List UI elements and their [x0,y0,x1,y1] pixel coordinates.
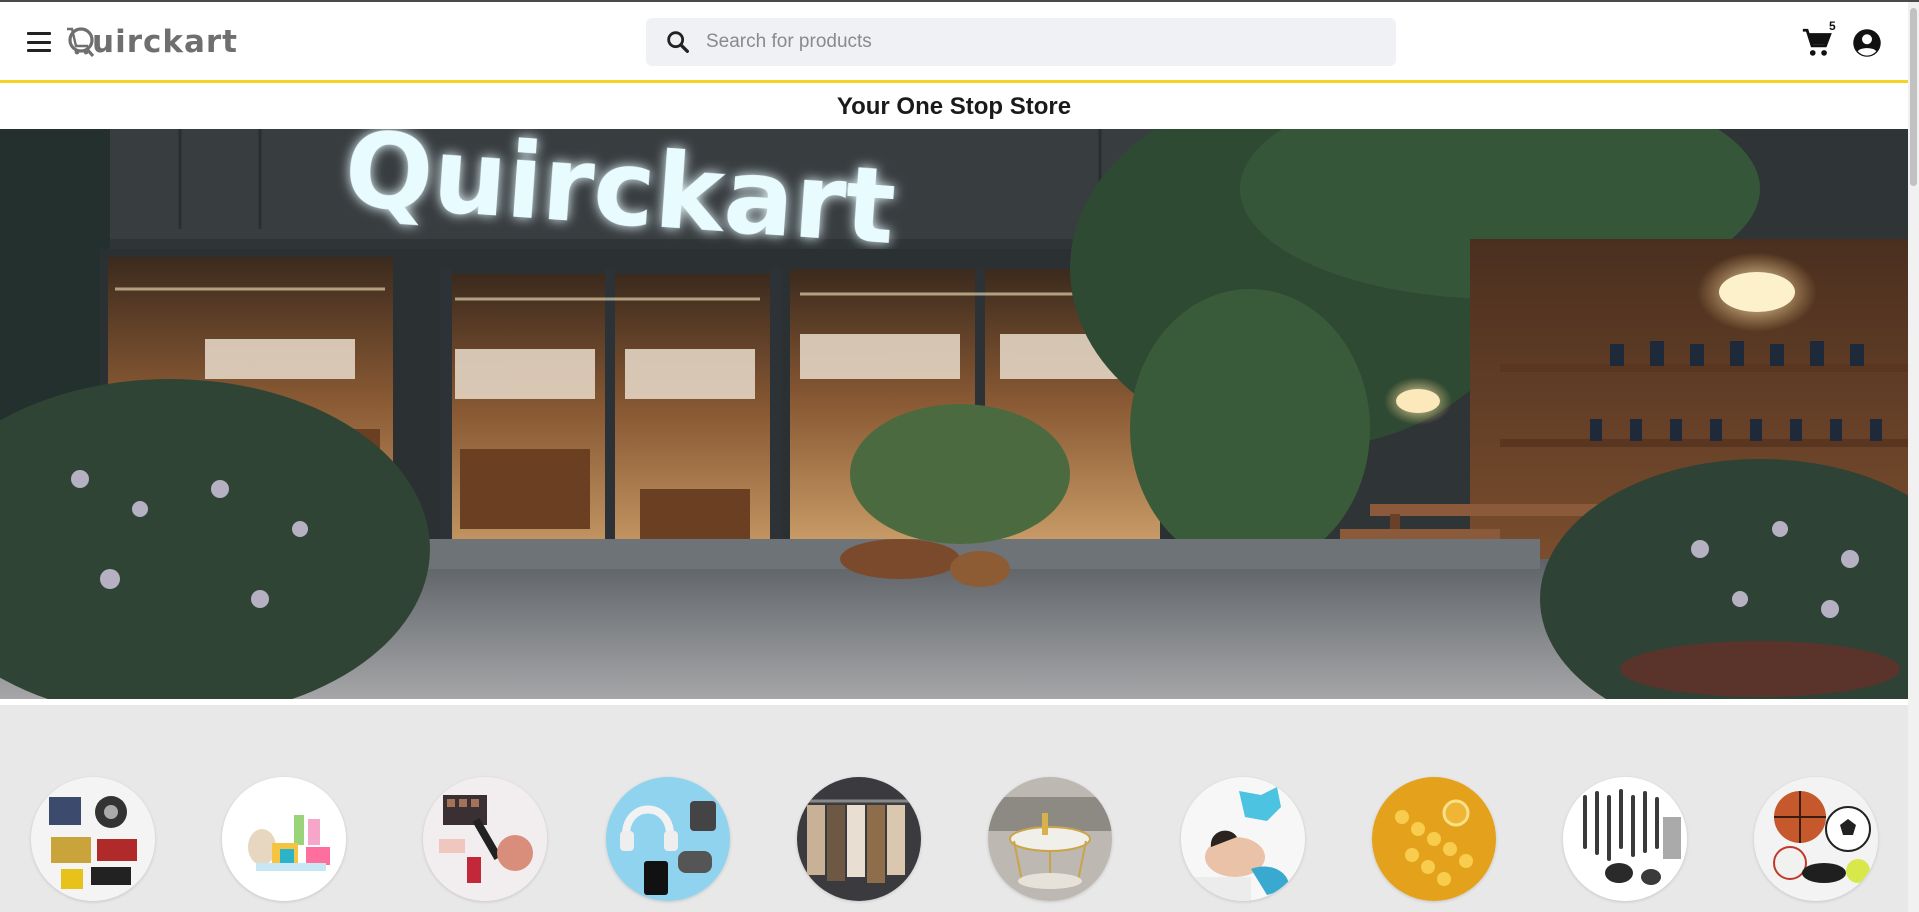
category-kitchen[interactable] [1563,777,1687,901]
logo-text: uirckart [92,24,239,60]
auto-accessories-icon [31,777,155,901]
category-sports[interactable] [1754,777,1878,901]
store-tagline: Your One Stop Store [836,93,1072,120]
category-carousel [0,705,1908,912]
fashion-icon [797,777,921,901]
search-icon[interactable] [664,28,692,56]
search-input[interactable] [706,31,1366,53]
hero-banner[interactable]: Quirckart [0,129,1908,699]
category-fashion[interactable] [797,777,921,901]
category-electronics[interactable] [606,777,730,901]
menu-icon-bar [27,49,51,52]
cart-count-badge: 5 [1829,19,1836,33]
menu-button[interactable] [24,30,54,54]
sports-icon [1754,777,1878,901]
page-scrollbar[interactable] [1908,2,1919,912]
category-health-care[interactable] [1181,777,1305,901]
health-care-icon [1181,777,1305,901]
menu-icon-bar [27,40,51,44]
site-logo[interactable]: uirckart [66,20,238,64]
account-icon[interactable] [1852,28,1882,58]
category-furniture[interactable] [988,777,1112,901]
scrollbar-thumb[interactable] [1910,8,1917,186]
category-baby-products[interactable] [222,777,346,901]
jewellery-icon [1372,777,1496,901]
category-auto-accessories[interactable] [31,777,155,901]
furniture-icon [988,777,1112,901]
storefront-image: Quirckart [0,129,1908,699]
baby-products-icon [222,777,346,901]
electronics-icon [606,777,730,901]
menu-icon-bar [27,32,51,35]
site-header: uirckart 5 [0,2,1908,83]
beauty-icon [423,777,547,901]
kitchen-icon [1563,777,1687,901]
search-bar[interactable] [646,18,1396,66]
category-beauty[interactable] [423,777,547,901]
category-jewellery[interactable] [1372,777,1496,901]
